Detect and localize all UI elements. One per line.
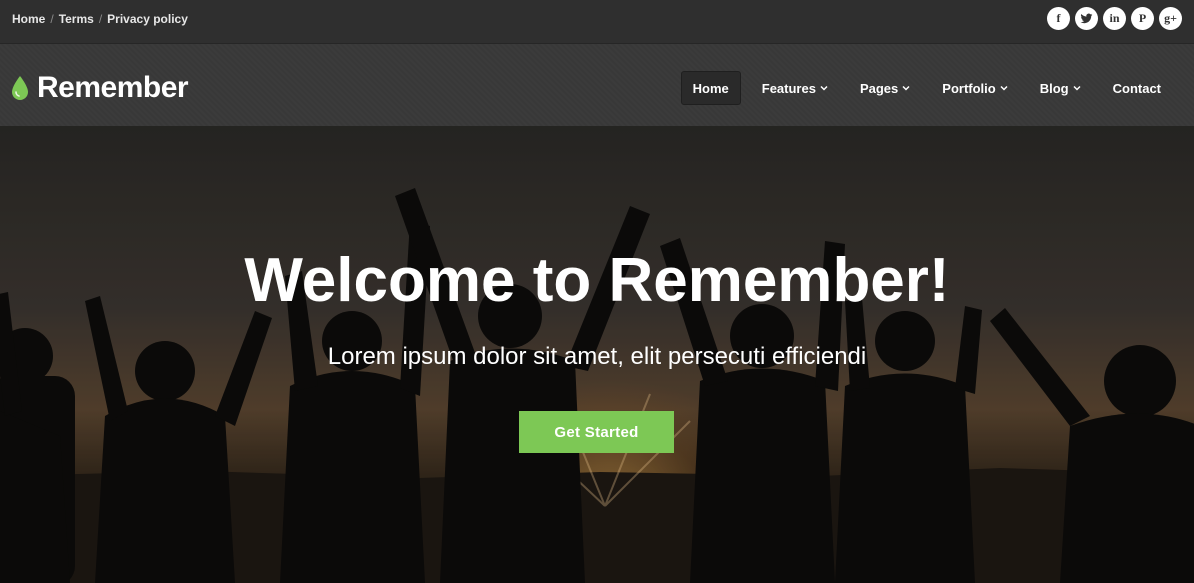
hero-title: Welcome to Remember!: [244, 246, 950, 315]
droplet-icon: [12, 76, 28, 100]
main-nav: Home Features Pages Portfolio Blog Conta…: [671, 71, 1172, 105]
get-started-button[interactable]: Get Started: [519, 411, 674, 453]
hero-subtitle: Lorem ipsum dolor sit amet, elit persecu…: [327, 343, 867, 370]
nav-blog[interactable]: Blog: [1029, 71, 1092, 105]
nav-pages[interactable]: Pages: [849, 71, 921, 105]
site-header: Remember Home Features Pages Portfolio B…: [0, 44, 1194, 126]
nav-label: Blog: [1039, 80, 1069, 96]
nav-label: Contact: [1112, 80, 1161, 96]
nav-label: Home: [692, 80, 729, 96]
chevron-down-icon: [1000, 85, 1008, 91]
google-plus-icon[interactable]: g+: [1159, 7, 1182, 30]
logo-text: Remember: [37, 71, 189, 104]
top-bar: Home / Terms / Privacy policy f in P g+: [0, 0, 1194, 44]
google-plus-glyph: g+: [1164, 11, 1177, 25]
facebook-icon[interactable]: f: [1047, 7, 1070, 30]
nav-label: Portfolio: [942, 80, 996, 96]
hero-section: Welcome to Remember! Lorem ipsum dolor s…: [0, 126, 1194, 583]
chevron-down-icon: [820, 85, 828, 91]
nav-features[interactable]: Features: [751, 71, 839, 105]
top-link-terms[interactable]: Terms: [59, 12, 94, 26]
pinterest-glyph: P: [1138, 11, 1147, 25]
nav-label: Pages: [859, 80, 899, 96]
nav-label: Features: [761, 80, 816, 96]
logo[interactable]: Remember: [10, 71, 189, 104]
linkedin-glyph: in: [1109, 11, 1120, 25]
social-links: f in P g+: [1047, 7, 1182, 30]
chevron-down-icon: [1073, 85, 1081, 91]
separator: /: [98, 12, 103, 26]
nav-home[interactable]: Home: [680, 71, 741, 105]
linkedin-icon[interactable]: in: [1103, 7, 1126, 30]
nav-portfolio[interactable]: Portfolio: [931, 71, 1018, 105]
facebook-glyph: f: [1056, 11, 1061, 25]
nav-contact[interactable]: Contact: [1102, 71, 1172, 105]
twitter-bird-shape: [1080, 13, 1093, 24]
pinterest-icon[interactable]: P: [1131, 7, 1154, 30]
separator: /: [50, 12, 54, 26]
chevron-down-icon: [902, 85, 910, 91]
top-link-privacy-policy[interactable]: Privacy policy: [107, 12, 188, 26]
twitter-icon[interactable]: [1075, 7, 1098, 30]
top-links: Home / Terms / Privacy policy: [12, 12, 188, 26]
top-link-home[interactable]: Home: [12, 12, 45, 26]
